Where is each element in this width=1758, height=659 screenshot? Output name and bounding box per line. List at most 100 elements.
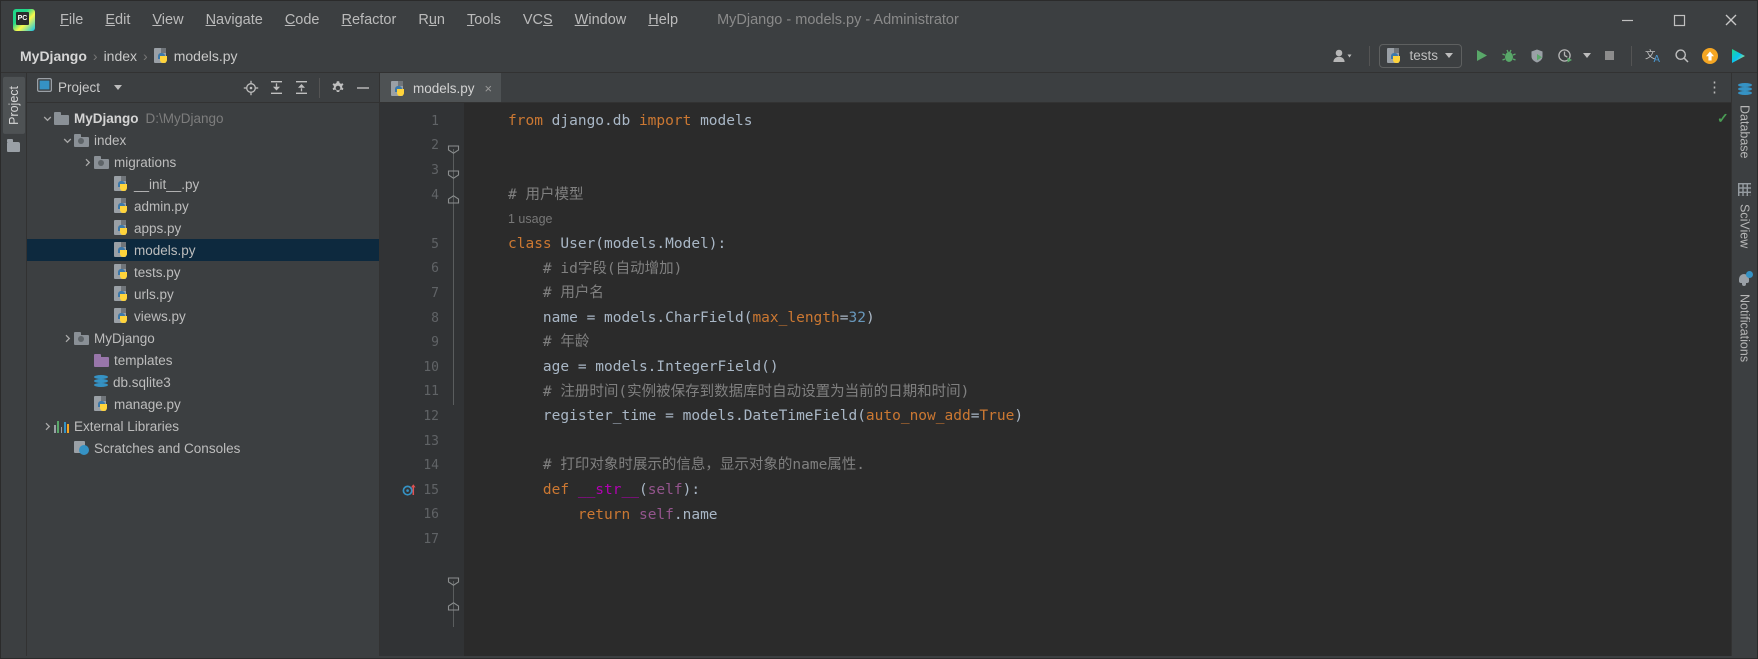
search-everywhere-icon[interactable] [1669,43,1695,69]
project-panel-chevron-icon[interactable] [114,85,123,90]
gutter-inlay-spacer [380,207,444,232]
line-number: 8 [431,310,439,326]
tree-node-external-libraries[interactable]: External Libraries [27,415,379,437]
code-token: __str__ [577,481,639,498]
tree-node-urls-py[interactable]: urls.py [27,283,379,305]
minimize-button[interactable] [1601,1,1653,39]
chevron-down-icon[interactable] [61,136,74,145]
tree-node--init-py[interactable]: __init__.py [27,173,379,195]
menu-vcs[interactable]: VCS [512,8,564,32]
menu-window[interactable]: Window [564,8,638,32]
chevron-right-icon[interactable] [61,334,74,343]
tree-node-templates[interactable]: templates [27,349,379,371]
run-coverage-icon[interactable] [1524,43,1550,69]
line-number: 15 [423,482,439,498]
tree-node-db-sqlite3[interactable]: db.sqlite3 [27,371,379,393]
code-token: # 注册时间(实例被保存到数据库时自动设置为当前的日期和时间) [508,383,970,400]
tab-models-py[interactable]: models.py × [380,73,502,102]
gutter-line-number: 9 [380,330,444,355]
menu-edit[interactable]: Edit [94,8,141,32]
tree-node-label: tests.py [134,264,181,280]
tree-node-tests-py[interactable]: tests.py [27,261,379,283]
window-controls [1601,1,1757,39]
project-tree[interactable]: MyDjango D:\MyDjango index migrations __init… [27,103,379,656]
sidebar-item-notifications[interactable]: Notifications [1738,270,1753,362]
update-icon[interactable] [1697,43,1723,69]
settings-gear-icon[interactable] [327,77,349,99]
profiler-dropdown-icon[interactable] [1580,43,1594,69]
python-file-icon [114,176,129,192]
menu-code[interactable]: Code [274,8,331,32]
menu-file[interactable]: File [49,8,94,32]
ide-assistant-icon[interactable] [1725,43,1751,69]
gutter-line-number: 7 [380,281,444,306]
chevron-down-icon[interactable] [41,114,54,123]
editor-options-icon[interactable]: ⋮ [1707,80,1723,95]
breadcrumb-item-index[interactable]: index [99,46,142,66]
stop-icon[interactable] [1596,43,1622,69]
breadcrumb-item-models-py[interactable]: models.py [149,46,243,66]
menu-navigate[interactable]: Navigate [195,8,274,32]
tree-node-label: admin.py [134,198,189,214]
tree-node-migrations[interactable]: migrations [27,151,379,173]
sidebar-item-sciview[interactable]: SciView [1738,182,1752,248]
tree-node-apps-py[interactable]: apps.py [27,217,379,239]
inspection-marker-bar[interactable]: ✓ [1717,103,1731,656]
user-account-icon[interactable] [1326,43,1360,69]
python-file-icon [1387,48,1402,63]
menu-tools[interactable]: Tools [456,8,512,32]
python-file-icon [114,308,129,324]
python-file-icon [114,308,129,324]
window-title: MyDjango - models.py - Administrator [717,12,959,28]
gutter-line-number: 11 [380,380,444,405]
close-icon[interactable]: × [485,81,493,96]
menu-run[interactable]: Run [407,8,456,32]
close-button[interactable] [1705,1,1757,39]
scratches-icon [74,441,89,455]
code-content[interactable]: from django.db import models # 用户模型 1 usa… [464,103,1717,656]
tree-node-label: manage.py [114,396,181,412]
tree-node-views-py[interactable]: views.py [27,305,379,327]
editor-area: models.py × ⋮ 1 2 3 4 5 6 7 8 9 10 11 12 13 14 15 16 17 [380,73,1731,656]
folder-icon[interactable] [7,139,20,152]
breadcrumb-item-mydjango[interactable]: MyDjango [15,46,92,66]
sidebar-item-project[interactable]: Project [2,77,25,134]
code-token: True [979,408,1015,425]
chevron-right-icon[interactable] [81,158,94,167]
menu-view[interactable]: View [141,8,194,32]
collapse-all-icon[interactable] [290,77,312,99]
breadcrumb-label: index [103,47,138,64]
run-icon[interactable] [1468,43,1494,69]
main-toolbar: tests 文 A [1326,43,1751,69]
translate-icon[interactable]: 文 A [1641,43,1667,69]
gutter-line-number: 4 [380,183,444,208]
tree-node-mydjango[interactable]: MyDjango D:\MyDjango [27,107,379,129]
menu-help[interactable]: Help [637,8,689,32]
menu-bar: File Edit View Navigate Code Refactor Run Tools… [49,8,689,32]
profiler-icon[interactable] [1552,43,1578,69]
python-file-icon [114,242,129,258]
tree-node-manage-py[interactable]: manage.py [27,393,379,415]
tree-node-scratches-and-consoles[interactable]: Scratches and Consoles [27,437,379,459]
hide-panel-icon[interactable] [352,77,374,99]
override-method-icon[interactable] [402,482,418,498]
tree-node-models-py[interactable]: models.py [27,239,379,261]
project-window-icon [36,77,53,97]
tree-node-index[interactable]: index [27,129,379,151]
tree-node-admin-py[interactable]: admin.py [27,195,379,217]
code-folding-gutter[interactable] [444,103,464,656]
debug-icon[interactable] [1496,43,1522,69]
logo-text: PC [16,12,29,25]
chevron-right-icon[interactable] [41,422,54,431]
sidebar-item-database[interactable]: Database [1737,83,1752,159]
code-editor[interactable]: 1 2 3 4 5 6 7 8 9 10 11 12 13 14 15 16 17 from django.db… [380,103,1731,656]
run-configuration-selector[interactable]: tests [1379,43,1462,68]
maximize-button[interactable] [1653,1,1705,39]
select-opened-file-icon[interactable] [240,77,262,99]
menu-refactor[interactable]: Refactor [331,8,408,32]
expand-all-icon[interactable] [265,77,287,99]
tree-node-mydjango[interactable]: MyDjango [27,327,379,349]
breadcrumb-label: MyDjango [20,47,87,64]
